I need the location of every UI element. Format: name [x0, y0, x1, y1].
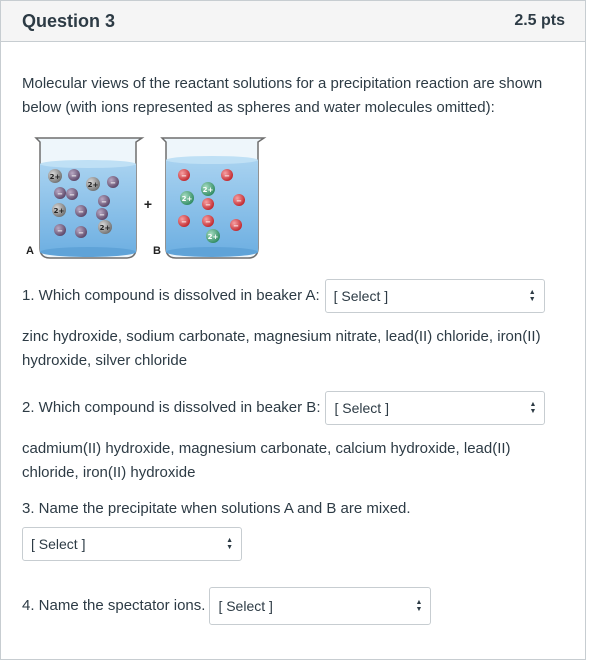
anion: −	[68, 169, 80, 181]
svg-text:−: −	[205, 218, 211, 226]
anion: −	[75, 226, 87, 238]
question-card: Question 3 2.5 pts Molecular views of th…	[0, 0, 586, 660]
question-2-select[interactable]: [ Select ] ▲ ▼	[325, 391, 546, 425]
anion: −	[75, 205, 87, 217]
anion: −	[54, 224, 66, 236]
svg-text:2+: 2+	[54, 207, 65, 215]
svg-text:−: −	[224, 172, 230, 180]
anion: −	[221, 169, 233, 181]
beaker-a	[34, 137, 145, 259]
svg-text:2+: 2+	[100, 224, 111, 232]
svg-text:−: −	[69, 191, 75, 199]
question-3-select[interactable]: [ Select ] ▲ ▼	[22, 527, 242, 561]
cation: 2+	[98, 220, 112, 234]
beaker-illustration: 2+ − 2+ − − − − 2+ − − 2+ − − + − − 2+ 2…	[26, 137, 267, 259]
cation: 2+	[206, 229, 220, 243]
svg-text:−: −	[78, 229, 84, 237]
beaker-b-label: B	[153, 245, 161, 257]
anion: −	[233, 194, 245, 206]
svg-text:2+: 2+	[208, 233, 219, 241]
question-1-row: 1. Which compound is dissolved in beaker…	[22, 279, 565, 313]
anion: −	[202, 215, 214, 227]
beaker-a-label: A	[26, 245, 34, 257]
svg-text:−: −	[233, 222, 239, 230]
question-1-options: zinc hydroxide, sodium carbonate, magnes…	[22, 328, 541, 369]
svg-text:−: −	[181, 172, 187, 180]
plus-sign: +	[144, 196, 152, 212]
question-header: Question 3 2.5 pts	[1, 1, 585, 42]
question-1-text: 1. Which compound is dissolved in beaker…	[22, 287, 320, 304]
cation: 2+	[52, 203, 66, 217]
question-1-select[interactable]: [ Select ] ▲ ▼	[324, 279, 545, 313]
question-4-select[interactable]: [ Select ] ▲ ▼	[209, 587, 432, 625]
question-points: 2.5 pts	[514, 12, 565, 29]
select-arrows-icon: ▲ ▼	[528, 289, 536, 303]
anion: −	[230, 219, 242, 231]
select-value: [ Select ]	[31, 536, 86, 552]
cation: 2+	[48, 169, 62, 183]
select-arrows-icon: ▲ ▼	[415, 599, 423, 613]
question-3-text: 3. Name the precipitate when solutions A…	[22, 500, 411, 517]
svg-text:−: −	[181, 218, 187, 226]
anion: −	[54, 187, 66, 199]
cation: 2+	[180, 191, 194, 205]
select-value: [ Select ]	[218, 598, 273, 614]
select-arrows-icon: ▲ ▼	[226, 537, 233, 551]
svg-text:−: −	[78, 208, 84, 216]
anion: −	[202, 198, 214, 210]
select-value: [ Select ]	[333, 288, 389, 304]
select-value: [ Select ]	[334, 400, 389, 416]
svg-text:−: −	[99, 211, 105, 219]
select-arrows-icon: ▲ ▼	[529, 401, 537, 415]
svg-text:2+: 2+	[182, 195, 193, 203]
question-intro: Molecular views of the reactant solution…	[22, 75, 543, 116]
question-4-row: 4. Name the spectator ions. [ Select ] ▲…	[22, 587, 565, 625]
anion: −	[96, 208, 108, 220]
anion: −	[66, 188, 78, 200]
anion: −	[178, 215, 190, 227]
question-body: Molecular views of the reactant solution…	[1, 42, 585, 625]
svg-text:2+: 2+	[203, 186, 214, 194]
svg-text:−: −	[236, 197, 242, 205]
svg-text:2+: 2+	[88, 181, 99, 189]
svg-text:−: −	[57, 227, 63, 235]
question-2-row: 2. Which compound is dissolved in beaker…	[22, 391, 565, 425]
svg-text:2+: 2+	[50, 173, 61, 181]
question-2-options: cadmium(II) hydroxide, magnesium carbona…	[22, 440, 511, 481]
anion: −	[98, 195, 110, 207]
cation: 2+	[201, 182, 215, 196]
beaker-figure: 2+ − 2+ − − − − 2+ − − 2+ − − + − − 2+ 2…	[22, 130, 282, 265]
question-4-text: 4. Name the spectator ions.	[22, 597, 206, 614]
svg-text:−: −	[205, 201, 211, 209]
svg-text:−: −	[57, 190, 63, 198]
question-2-text: 2. Which compound is dissolved in beaker…	[22, 399, 321, 416]
cation: 2+	[86, 177, 100, 191]
svg-text:−: −	[110, 179, 116, 187]
anion: −	[178, 169, 190, 181]
question-title: Question 3	[22, 10, 116, 31]
anion: −	[107, 176, 119, 188]
svg-text:−: −	[101, 198, 107, 206]
svg-text:−: −	[71, 172, 77, 180]
